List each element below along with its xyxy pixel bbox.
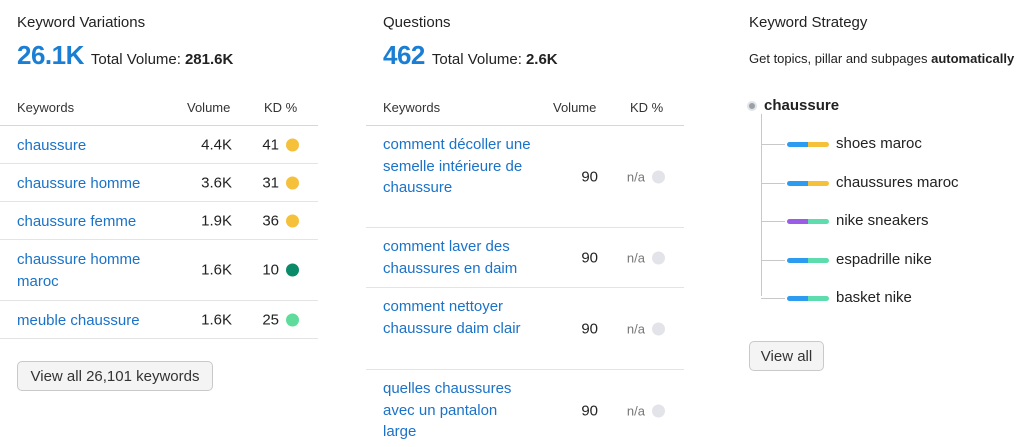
- kd-value: n/a: [626, 321, 645, 336]
- total-volume-label: Total Volume:: [431, 51, 522, 68]
- table-header: Keywords Volume KD %: [0, 92, 318, 126]
- tree-trunk: [761, 114, 762, 296]
- header-kd: KD %: [264, 100, 298, 115]
- volume-value: 90: [581, 168, 598, 185]
- keyword-strategy-panel: Keyword Strategy Get topics, pillar and …: [732, 0, 1024, 447]
- topic-color-bar-icon: [787, 258, 829, 263]
- kd-value: 36: [262, 212, 279, 229]
- view-all-strategy-button[interactable]: View all: [749, 341, 824, 371]
- metric-summary: 26.1K Total Volume: 281.6K: [17, 40, 233, 71]
- kd-indicator-icon: [286, 263, 299, 277]
- panel-title: Keyword Variations: [17, 14, 146, 31]
- table-row: meuble chaussure 1.6K 25: [0, 301, 318, 339]
- keyword-link[interactable]: comment décoller une semelle intérieure …: [383, 134, 533, 199]
- keyword-link[interactable]: chaussure homme maroc: [17, 249, 177, 292]
- kd-indicator-icon: [286, 313, 299, 326]
- subtitle-text: Get topics, pillar and subpages: [749, 51, 932, 66]
- total-volume: Total Volume: 2.6K: [432, 51, 558, 68]
- subtopic-label: chaussures maroc: [836, 174, 959, 191]
- kd-value: 10: [262, 261, 279, 279]
- table-row: quelles chaussures avec un pantalon larg…: [366, 370, 684, 447]
- table-header: Keywords Volume KD %: [366, 92, 684, 126]
- volume-value: 90: [581, 320, 598, 337]
- question-count[interactable]: 462: [383, 40, 425, 71]
- kd-value: n/a: [626, 403, 645, 418]
- root-topic: chaussure: [764, 97, 840, 114]
- total-volume: Total Volume: 281.6K: [91, 51, 233, 68]
- total-volume-label: Total Volume:: [90, 51, 181, 68]
- keyword-link[interactable]: comment nettoyer chaussure daim clair: [383, 296, 533, 339]
- keyword-link[interactable]: quelles chaussures avec un pantalon larg…: [383, 378, 533, 443]
- volume-value: 90: [581, 402, 598, 419]
- table-row: comment laver des chaussures en daim 90 n/…: [366, 228, 684, 288]
- volume-value: 1.6K: [201, 261, 232, 279]
- table-row: chaussure femme 1.9K 36: [0, 202, 318, 240]
- strategy-subtitle: Get topics, pillar and subpages automati…: [749, 51, 1014, 66]
- kd-indicator-icon: [286, 176, 299, 189]
- kd-indicator-icon: [652, 404, 665, 417]
- topic-color-bar-icon: [787, 181, 829, 186]
- metric-summary: 462 Total Volume: 2.6K: [383, 40, 558, 71]
- table-row: chaussure 4.4K 41: [0, 126, 318, 164]
- view-all-keywords-button[interactable]: View all 26,101 keywords: [17, 361, 213, 391]
- tree-branch: [761, 221, 785, 222]
- header-kd: KD %: [630, 100, 664, 115]
- root-node-icon: [747, 101, 757, 111]
- kd-indicator-icon: [286, 214, 299, 227]
- total-volume-value: 2.6K: [525, 51, 558, 68]
- kd-value: 31: [262, 174, 279, 191]
- table-row: chaussure homme maroc 1.6K 10: [0, 240, 318, 301]
- kd-indicator-icon: [652, 170, 665, 183]
- subtitle-bold: automatically: [931, 51, 1015, 66]
- keyword-link[interactable]: chaussure: [17, 135, 177, 157]
- volume-value: 1.9K: [201, 212, 232, 229]
- subtopic-label: shoes maroc: [836, 135, 922, 152]
- keyword-variations-panel: Keyword Variations 26.1K Total Volume: 28…: [0, 0, 318, 447]
- subtopic-label: espadrille nike: [836, 251, 932, 268]
- table-row: chaussure homme 3.6K 31: [0, 164, 318, 202]
- tree-branch: [761, 144, 785, 145]
- tree-branch: [761, 260, 785, 261]
- total-volume-value: 281.6K: [184, 51, 234, 68]
- panel-title: Questions: [383, 14, 451, 31]
- kd-indicator-icon: [652, 251, 665, 264]
- header-volume: Volume: [187, 100, 231, 115]
- tree-branch: [761, 298, 785, 299]
- questions-panel: Questions 462 Total Volume: 2.6K Keywords…: [366, 0, 684, 447]
- subtopic-label: nike sneakers: [836, 212, 929, 229]
- keyword-link[interactable]: comment laver des chaussures en daim: [383, 236, 533, 279]
- kd-value: 25: [262, 311, 279, 328]
- keyword-count[interactable]: 26.1K: [17, 40, 84, 71]
- panel-title: Keyword Strategy: [749, 14, 868, 31]
- volume-value: 90: [581, 249, 598, 266]
- table-row: comment nettoyer chaussure daim clair 90 n…: [366, 288, 684, 370]
- kd-indicator-icon: [286, 138, 299, 151]
- kd-value: n/a: [626, 169, 645, 184]
- header-keywords: Keywords: [383, 100, 441, 115]
- volume-value: 3.6K: [201, 174, 232, 191]
- topic-color-bar-icon: [787, 219, 829, 224]
- kd-value: n/a: [626, 250, 645, 265]
- subtopic-label: basket nike: [836, 289, 912, 306]
- header-keywords: Keywords: [17, 100, 75, 115]
- tree-branch: [761, 183, 785, 184]
- keyword-link[interactable]: chaussure femme: [17, 211, 177, 233]
- kd-indicator-icon: [652, 322, 665, 335]
- header-volume: Volume: [553, 100, 597, 115]
- topic-color-bar-icon: [787, 142, 829, 147]
- kd-value: 41: [262, 136, 279, 153]
- volume-value: 4.4K: [201, 136, 232, 153]
- volume-value: 1.6K: [201, 311, 232, 328]
- table-row: comment décoller une semelle intérieure …: [366, 126, 684, 228]
- keyword-link[interactable]: chaussure homme: [17, 173, 177, 195]
- keyword-link[interactable]: meuble chaussure: [17, 310, 177, 332]
- topic-color-bar-icon: [787, 296, 829, 301]
